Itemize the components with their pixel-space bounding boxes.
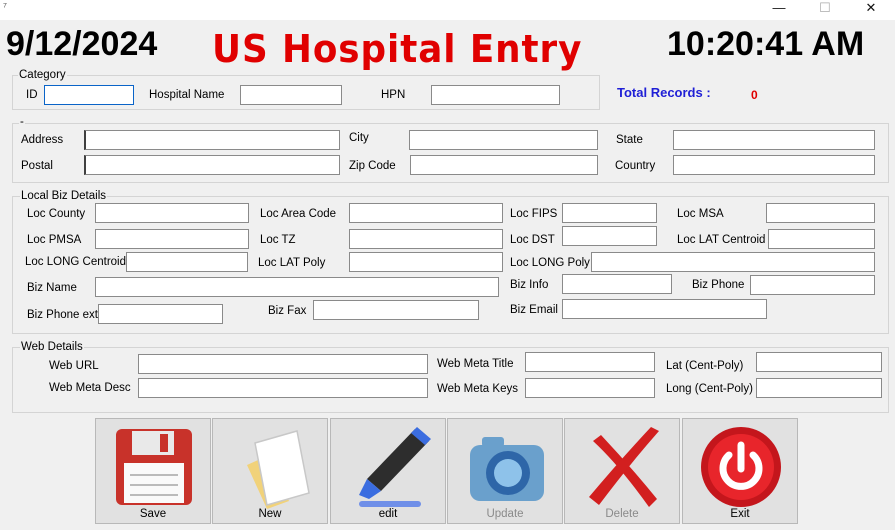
country-label: Country	[615, 160, 656, 172]
web-meta-keys-input[interactable]	[525, 378, 655, 398]
update-button[interactable]: Update	[447, 418, 563, 524]
loc-long-centroid-input[interactable]	[126, 252, 248, 272]
address-label: Address	[21, 134, 64, 146]
zip-code-input[interactable]	[410, 155, 598, 175]
exit-button-label: Exit	[730, 508, 750, 520]
address-group-legend: -	[19, 116, 25, 129]
delete-button[interactable]: Delete	[564, 418, 680, 524]
state-label: State	[616, 134, 643, 146]
power-button-icon	[701, 427, 781, 507]
state-input[interactable]	[673, 130, 875, 150]
zip-code-label: Zip Code	[349, 160, 396, 172]
title-bar: ⁷ — ☐ ✕	[0, 0, 895, 20]
loc-dst-label: Loc DST	[510, 234, 555, 246]
postal-label: Postal	[21, 160, 53, 172]
loc-lat-poly-label: Loc LAT Poly	[258, 257, 326, 269]
city-input[interactable]	[409, 130, 598, 150]
minimize-button[interactable]: —	[756, 0, 802, 18]
update-button-label: Update	[486, 508, 524, 520]
exit-button[interactable]: Exit	[682, 418, 798, 524]
biz-info-label: Biz Info	[510, 279, 549, 291]
loc-fips-label: Loc FIPS	[510, 208, 558, 220]
address-input[interactable]	[84, 130, 340, 150]
new-button-label: New	[258, 508, 282, 520]
country-input[interactable]	[673, 155, 875, 175]
loc-long-poly-label: Loc LONG Poly	[510, 257, 590, 269]
biz-name-label: Biz Name	[27, 282, 77, 294]
biz-info-input[interactable]	[562, 274, 672, 294]
city-label: City	[349, 132, 369, 144]
biz-fax-input[interactable]	[313, 300, 479, 320]
long-cent-poly-input[interactable]	[756, 378, 882, 398]
web-meta-title-label: Web Meta Title	[437, 358, 514, 370]
loc-pmsa-label: Loc PMSA	[27, 234, 82, 246]
web-meta-keys-label: Web Meta Keys	[437, 383, 518, 395]
web-meta-desc-input[interactable]	[138, 378, 428, 398]
biz-email-input[interactable]	[562, 299, 767, 319]
hospital-name-input[interactable]	[240, 85, 342, 105]
loc-msa-input[interactable]	[766, 203, 875, 223]
close-button[interactable]: ✕	[848, 0, 894, 18]
floppy-disk-icon	[116, 429, 192, 505]
loc-msa-label: Loc MSA	[677, 208, 724, 220]
app-title: US Hospital Entry	[212, 27, 583, 71]
current-time: 10:20:41 AM	[667, 25, 865, 63]
loc-fips-input[interactable]	[562, 203, 657, 223]
loc-long-poly-input[interactable]	[591, 252, 875, 272]
biz-fax-label: Biz Fax	[268, 305, 307, 317]
loc-area-code-input[interactable]	[349, 203, 503, 223]
long-cent-poly-label: Long (Cent-Poly)	[666, 383, 753, 395]
biz-phone-ext-label: Biz Phone ext	[27, 309, 98, 321]
loc-tz-input[interactable]	[349, 229, 503, 249]
biz-phone-label: Biz Phone	[692, 279, 745, 291]
web-details-legend: Web Details	[20, 341, 84, 354]
biz-email-label: Biz Email	[510, 304, 558, 316]
red-x-icon	[589, 427, 659, 507]
web-meta-desc-label: Web Meta Desc	[49, 382, 131, 394]
edit-button-label: edit	[378, 508, 398, 520]
loc-county-label: Loc County	[27, 208, 86, 220]
web-url-label: Web URL	[49, 360, 99, 372]
category-legend: Category	[18, 69, 67, 82]
hpn-input[interactable]	[431, 85, 560, 105]
loc-pmsa-input[interactable]	[95, 229, 249, 249]
lat-cent-poly-input[interactable]	[756, 352, 882, 372]
loc-tz-label: Loc TZ	[260, 234, 296, 246]
edit-button[interactable]: edit	[330, 418, 446, 524]
loc-lat-centroid-input[interactable]	[768, 229, 875, 249]
hospital-name-label: Hospital Name	[149, 89, 225, 101]
id-input[interactable]	[44, 85, 134, 105]
total-records-value: 0	[751, 88, 758, 102]
web-meta-title-input[interactable]	[525, 352, 655, 372]
biz-name-input[interactable]	[95, 277, 499, 297]
loc-lat-centroid-label: Loc LAT Centroid	[677, 234, 766, 246]
maximize-button[interactable]: ☐	[802, 0, 848, 18]
local-biz-legend: Local Biz Details	[20, 190, 108, 203]
loc-long-centroid-label: Loc LONG Centroid	[25, 256, 126, 268]
form-icon: ⁷	[3, 1, 7, 13]
save-button[interactable]: Save	[95, 418, 211, 524]
id-label: ID	[26, 89, 38, 101]
lat-cent-poly-label: Lat (Cent-Poly)	[666, 360, 744, 372]
total-records-label: Total Records :	[617, 85, 711, 100]
web-url-input[interactable]	[138, 354, 428, 374]
delete-button-label: Delete	[605, 508, 639, 520]
hpn-label: HPN	[381, 89, 406, 101]
loc-area-code-label: Loc Area Code	[260, 208, 337, 220]
new-document-icon	[247, 430, 310, 509]
postal-input[interactable]	[84, 155, 340, 175]
new-button[interactable]: New	[212, 418, 328, 524]
biz-phone-ext-input[interactable]	[98, 304, 223, 324]
marker-pen-icon	[359, 427, 431, 507]
camera-globe-icon	[470, 437, 544, 501]
biz-phone-input[interactable]	[750, 275, 875, 295]
loc-lat-poly-input[interactable]	[349, 252, 503, 272]
save-button-label: Save	[139, 508, 167, 520]
loc-county-input[interactable]	[95, 203, 249, 223]
loc-dst-input[interactable]	[562, 226, 657, 246]
current-date: 9/12/2024	[6, 25, 158, 63]
